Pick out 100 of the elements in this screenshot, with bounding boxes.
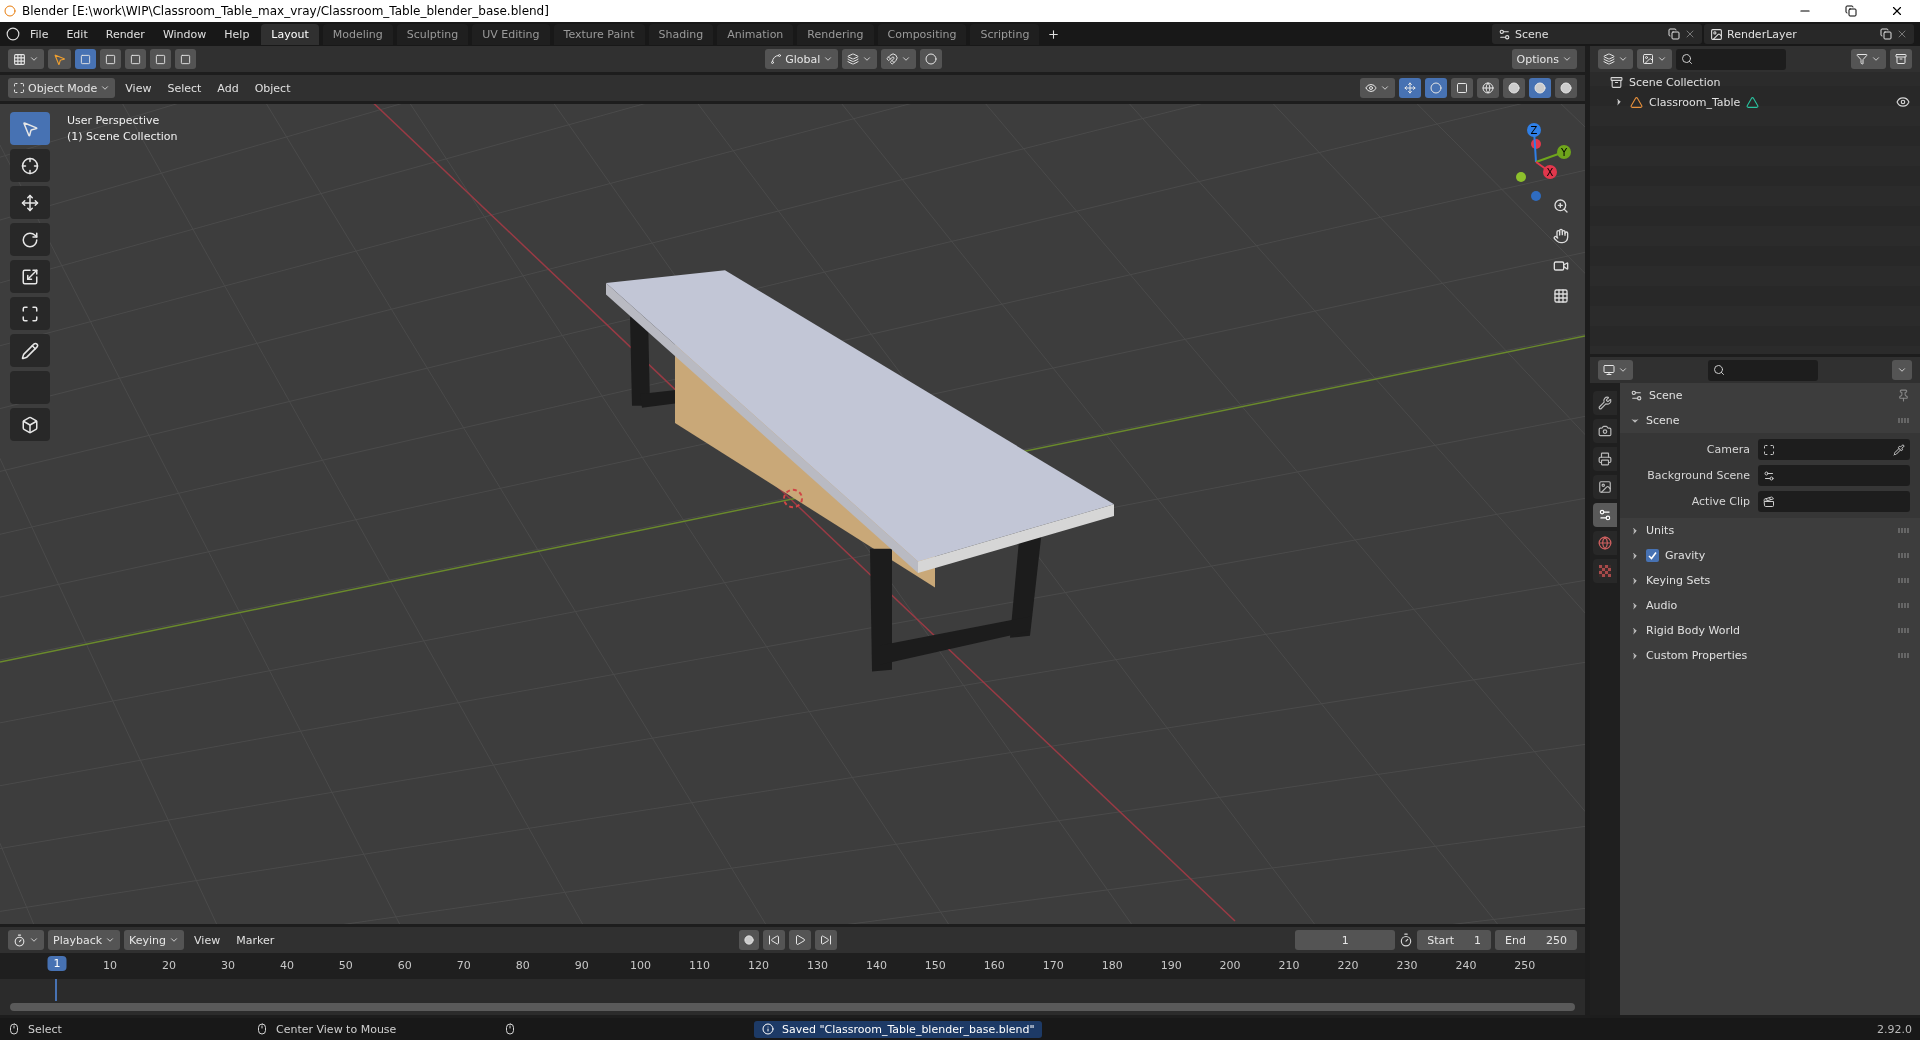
expand-arrow-icon[interactable] (1630, 575, 1640, 586)
menu-item[interactable]: Select (161, 78, 208, 98)
play-button[interactable] (788, 930, 811, 950)
proportional-edit-button[interactable] (920, 49, 943, 69)
negative-axis-dot[interactable] (1531, 191, 1541, 201)
menu-item[interactable]: Help (216, 25, 258, 43)
rendered-sphere-button[interactable] (1555, 78, 1577, 98)
workspace-tab[interactable]: Shading (648, 23, 714, 45)
orientation-dropdown[interactable]: Global (765, 49, 839, 69)
select-tool-button[interactable] (48, 49, 71, 69)
workspace-tab[interactable]: Texture Paint (553, 23, 645, 45)
search-field[interactable] (1676, 48, 1786, 70)
new-collection-button[interactable] (1890, 49, 1912, 69)
workspace-tab[interactable]: Sculpting (396, 23, 469, 45)
grip-icon[interactable] (1898, 603, 1910, 608)
panel-title[interactable]: Units (1646, 524, 1892, 537)
menu-item[interactable]: Object (248, 78, 297, 98)
panel-title[interactable]: Audio (1646, 599, 1892, 612)
workspace-tab[interactable]: Scripting (970, 23, 1040, 45)
current-frame-field[interactable]: 1 (1295, 930, 1396, 950)
expand-arrow-icon[interactable] (1630, 625, 1640, 636)
mode-dropdown[interactable]: Object Mode (8, 78, 116, 98)
menu-item[interactable]: Marker (230, 930, 281, 950)
filter-view-button[interactable] (1637, 49, 1672, 69)
printer-tab[interactable] (1593, 447, 1617, 471)
grip-icon[interactable] (1898, 528, 1910, 533)
wireframe-sphere-button[interactable] (1477, 78, 1499, 98)
3d-viewport[interactable]: User Perspective (1) Scene Collection Z Y X (0, 104, 1585, 924)
outliner-item[interactable]: Classroom_Table (1649, 95, 1741, 109)
wrench-tab[interactable] (1593, 391, 1617, 415)
panel-title[interactable]: Scene (1646, 414, 1892, 427)
checker-tab[interactable] (1593, 559, 1617, 583)
scale-tool[interactable] (10, 260, 50, 293)
solid-sphere-button[interactable] (1503, 78, 1525, 98)
menu-dropdown[interactable]: Playback (48, 930, 121, 950)
select-mode-button[interactable] (75, 49, 96, 69)
menu-item[interactable]: Add (211, 78, 245, 98)
scrollbar[interactable] (10, 1003, 1575, 1011)
end-frame-field[interactable]: End 250 (1495, 930, 1577, 950)
xray-button[interactable] (1451, 78, 1473, 98)
jump-start-button[interactable] (762, 930, 785, 950)
globe-tab[interactable] (1593, 531, 1617, 555)
overlay-toggle-button[interactable] (1425, 78, 1447, 98)
gizmo-toggle-button[interactable] (1399, 78, 1421, 98)
negative-axis-dot[interactable] (1516, 172, 1526, 182)
move-tool[interactable] (10, 186, 50, 219)
select-box-tool[interactable] (10, 112, 50, 145)
select-mode-button[interactable] (175, 49, 196, 69)
eye-icon[interactable] (1896, 95, 1910, 109)
workspace-tab[interactable]: Animation (717, 23, 794, 45)
workspace-tab[interactable]: Layout (261, 23, 319, 45)
frame-ruler[interactable]: 1 10 20 30 40 50 60 70 80 90 100 110 120 130 140 150 160 170 180 190 200 210 220 230 240 250 (0, 953, 1585, 979)
transform-tool[interactable] (10, 297, 50, 330)
workspace-tab[interactable]: Modeling (322, 23, 393, 45)
negative-axis-dot[interactable] (1531, 139, 1541, 149)
editor-type-button[interactable] (8, 49, 44, 69)
camera-tab[interactable] (1593, 419, 1617, 443)
expand-arrow-icon[interactable] (1630, 600, 1640, 611)
menu-item[interactable]: View (188, 930, 227, 950)
grip-icon[interactable] (1898, 628, 1910, 633)
cube-tool[interactable] (10, 408, 50, 441)
cursor-tool[interactable] (10, 149, 50, 182)
jump-end-button[interactable] (814, 930, 837, 950)
scene-tab[interactable] (1593, 503, 1617, 527)
menu-item[interactable]: View (119, 78, 158, 98)
editor-type-button[interactable] (1598, 360, 1633, 380)
rotate-tool[interactable] (10, 223, 50, 256)
pencil-tool[interactable] (10, 334, 50, 367)
scene-field[interactable]: Scene (1492, 24, 1702, 44)
expand-arrow-icon[interactable] (1614, 97, 1624, 107)
menu-item[interactable]: Render (97, 25, 153, 43)
panel-title[interactable]: Custom Properties (1646, 649, 1892, 662)
render-layer-field[interactable]: RenderLayer (1704, 24, 1914, 44)
material-sphere-button[interactable] (1529, 78, 1551, 98)
panel-title[interactable]: Gravity (1665, 549, 1892, 562)
select-mode-button[interactable] (125, 49, 146, 69)
grip-icon[interactable] (1898, 578, 1910, 583)
pivot-button[interactable] (842, 49, 878, 69)
visibility-button[interactable] (1360, 78, 1395, 98)
grip-icon[interactable] (1898, 653, 1910, 658)
image-tab[interactable] (1593, 475, 1617, 499)
record-button[interactable] (738, 930, 759, 950)
editor-type-button[interactable] (8, 930, 44, 950)
menu-item[interactable]: File (22, 25, 57, 43)
playhead[interactable]: 1 (47, 956, 67, 971)
navigation-gizmo[interactable]: Z Y X (1488, 114, 1578, 204)
workspace-tab[interactable]: UV Editing (472, 23, 550, 45)
select-mode-button[interactable] (150, 49, 171, 69)
start-frame-field[interactable]: Start 1 (1417, 930, 1492, 950)
menu-dropdown[interactable]: Keying (124, 930, 185, 950)
snap-button[interactable] (881, 49, 917, 69)
select-mode-button[interactable] (100, 49, 121, 69)
id-field[interactable] (1758, 491, 1910, 512)
expand-arrow-icon[interactable] (1630, 650, 1640, 661)
expand-arrow-icon[interactable] (1630, 550, 1640, 561)
panel-title[interactable]: Rigid Body World (1646, 624, 1892, 637)
id-field[interactable] (1758, 439, 1910, 460)
display-mode-button[interactable] (1598, 49, 1633, 69)
panel-title[interactable]: Keying Sets (1646, 574, 1892, 587)
menu-item[interactable]: Window (154, 25, 215, 43)
